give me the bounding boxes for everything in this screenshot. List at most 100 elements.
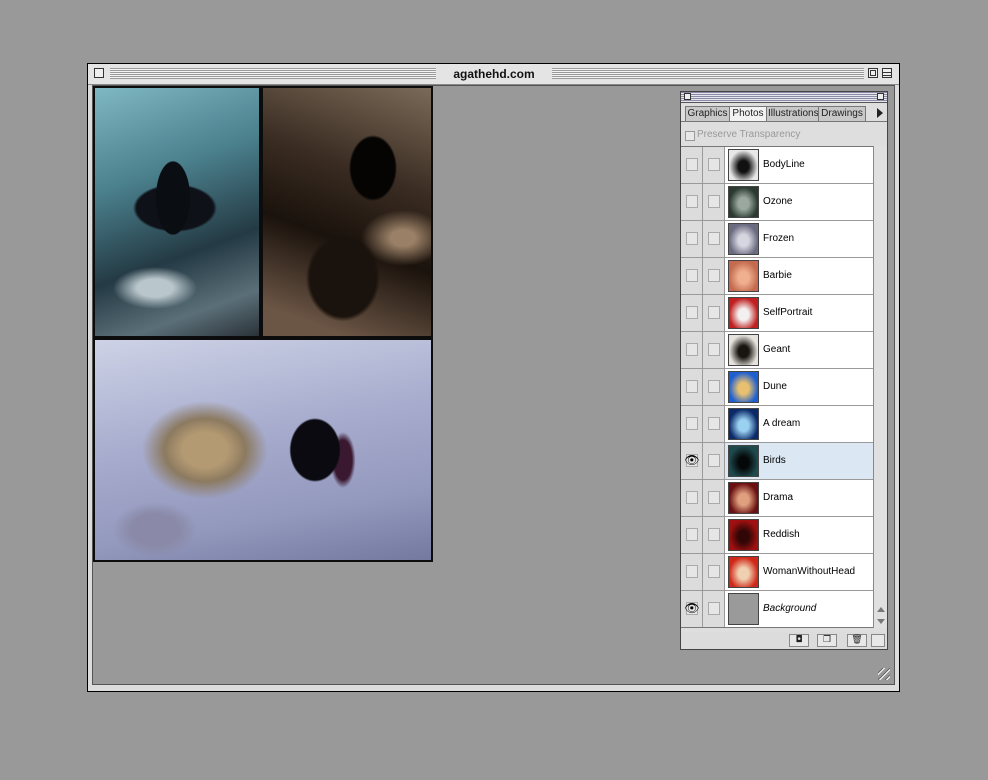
palette-close-icon[interactable]	[684, 93, 691, 100]
preserve-transparency-label: Preserve Transparency	[697, 129, 801, 140]
layer-thumbnail	[728, 593, 759, 625]
layer-name: Dune	[763, 381, 787, 392]
photo-figure-dune[interactable]	[95, 340, 431, 560]
titlebar-stripes-right	[552, 68, 864, 79]
layer-name: Geant	[763, 344, 791, 355]
layers-palette: Graphics Photos Illustrations Drawings P…	[680, 91, 888, 650]
tab-drawings[interactable]: Drawings	[818, 106, 866, 121]
layer-visibility-toggle[interactable]	[681, 184, 703, 220]
layer-visibility-toggle[interactable]: 👁	[681, 443, 703, 479]
layer-thumbnail	[728, 223, 759, 255]
palette-tabs: Graphics Photos Illustrations Drawings	[685, 106, 875, 122]
layer-link-toggle[interactable]	[703, 369, 725, 405]
layer-name: SelfPortrait	[763, 307, 813, 318]
palette-grow-icon[interactable]	[877, 93, 884, 100]
layer-name: A dream	[763, 418, 801, 429]
layer-link-toggle[interactable]	[703, 221, 725, 257]
layer-name: BodyLine	[763, 159, 805, 170]
layer-thumbnail	[728, 334, 759, 366]
layer-name: Birds	[763, 455, 786, 466]
layer-visibility-toggle[interactable]	[681, 554, 703, 590]
scroll-down-arrow-icon[interactable]	[875, 616, 887, 628]
layer-thumbnail	[728, 297, 759, 329]
layer-link-toggle[interactable]	[703, 480, 725, 516]
tab-illustrations[interactable]: Illustrations	[766, 106, 819, 121]
photo-figure-silhouette[interactable]	[263, 88, 431, 336]
layer-name: Drama	[763, 492, 794, 503]
close-box-icon[interactable]	[94, 68, 104, 78]
layer-name: Background	[763, 603, 817, 614]
preserve-transparency-checkbox[interactable]	[685, 131, 695, 141]
layer-visibility-toggle[interactable]	[681, 147, 703, 183]
layer-thumbnail	[728, 445, 759, 477]
palette-titlebar[interactable]	[681, 92, 887, 103]
layer-row[interactable]: SelfPortrait	[681, 295, 873, 332]
layer-link-toggle[interactable]	[703, 147, 725, 183]
layer-row[interactable]: BodyLine	[681, 147, 873, 184]
palette-bottom-bar: ◘ ❐ 🗑	[681, 632, 887, 649]
preserve-transparency-row: Preserve Transparency	[681, 128, 887, 144]
layer-name: Ozone	[763, 196, 793, 207]
tabs-scroll-right-icon[interactable]	[877, 108, 883, 118]
layer-visibility-toggle[interactable]	[681, 221, 703, 257]
palette-resize-icon[interactable]	[871, 634, 885, 647]
layer-link-toggle[interactable]	[703, 406, 725, 442]
layer-thumbnail	[728, 260, 759, 292]
tab-graphics[interactable]: Graphics	[685, 106, 730, 121]
layer-visibility-toggle[interactable]	[681, 406, 703, 442]
layer-thumbnail	[728, 371, 759, 403]
layer-row[interactable]: Ozone	[681, 184, 873, 221]
new-layer-icon[interactable]: ❐	[817, 634, 837, 647]
layer-row[interactable]: Frozen	[681, 221, 873, 258]
layer-link-toggle[interactable]	[703, 554, 725, 590]
window-title: agathehd.com	[438, 64, 550, 84]
layer-link-toggle[interactable]	[703, 184, 725, 220]
layer-visibility-toggle[interactable]	[681, 517, 703, 553]
layer-link-toggle[interactable]	[703, 295, 725, 331]
layer-thumbnail	[728, 519, 759, 551]
mask-icon[interactable]: ◘	[789, 634, 809, 647]
layer-link-toggle[interactable]	[703, 443, 725, 479]
layer-visibility-toggle[interactable]	[681, 332, 703, 368]
scroll-up-arrow-icon[interactable]	[875, 604, 887, 616]
layer-row[interactable]: Drama	[681, 480, 873, 517]
window-titlebar[interactable]: agathehd.com	[88, 64, 899, 85]
titlebar-stripes-left	[110, 68, 436, 79]
layers-list: BodyLine Ozone Frozen Barbie SelfPortrait Gea…	[681, 146, 873, 628]
layer-thumbnail	[728, 556, 759, 588]
layer-thumbnail	[728, 149, 759, 181]
layer-link-toggle[interactable]	[703, 517, 725, 553]
layer-row[interactable]: 👁 Background	[681, 591, 873, 627]
layer-name: Barbie	[763, 270, 792, 281]
layer-row[interactable]: Dune	[681, 369, 873, 406]
layer-thumbnail	[728, 408, 759, 440]
layer-visibility-toggle[interactable]	[681, 480, 703, 516]
layer-name: WomanWithoutHead	[763, 566, 856, 577]
collapse-box-icon[interactable]	[882, 68, 892, 78]
layer-row[interactable]: 👁 Birds	[681, 443, 873, 480]
resize-grip-icon[interactable]	[878, 668, 890, 680]
layer-thumbnail	[728, 186, 759, 218]
layer-row[interactable]: WomanWithoutHead	[681, 554, 873, 591]
layer-name: Reddish	[763, 529, 800, 540]
layer-link-toggle[interactable]	[703, 258, 725, 294]
layer-link-toggle[interactable]	[703, 332, 725, 368]
zoom-box-icon[interactable]	[868, 68, 878, 78]
layer-row[interactable]: Reddish	[681, 517, 873, 554]
layer-visibility-toggle[interactable]	[681, 369, 703, 405]
layer-row[interactable]: Barbie	[681, 258, 873, 295]
layer-visibility-toggle[interactable]	[681, 295, 703, 331]
layer-link-toggle[interactable]	[703, 591, 725, 627]
eye-icon: 👁	[684, 601, 700, 615]
layer-name: Frozen	[763, 233, 795, 244]
layer-row[interactable]: A dream	[681, 406, 873, 443]
tab-photos[interactable]: Photos	[729, 106, 767, 122]
layer-row[interactable]: Geant	[681, 332, 873, 369]
layer-visibility-toggle[interactable]: 👁	[681, 591, 703, 627]
trash-icon[interactable]: 🗑	[847, 634, 867, 647]
layers-scrollbar[interactable]	[873, 146, 887, 628]
layer-visibility-toggle[interactable]	[681, 258, 703, 294]
photo-figure-sky[interactable]	[95, 88, 259, 336]
photo-collage	[93, 86, 433, 562]
eye-icon: 👁	[684, 453, 700, 467]
